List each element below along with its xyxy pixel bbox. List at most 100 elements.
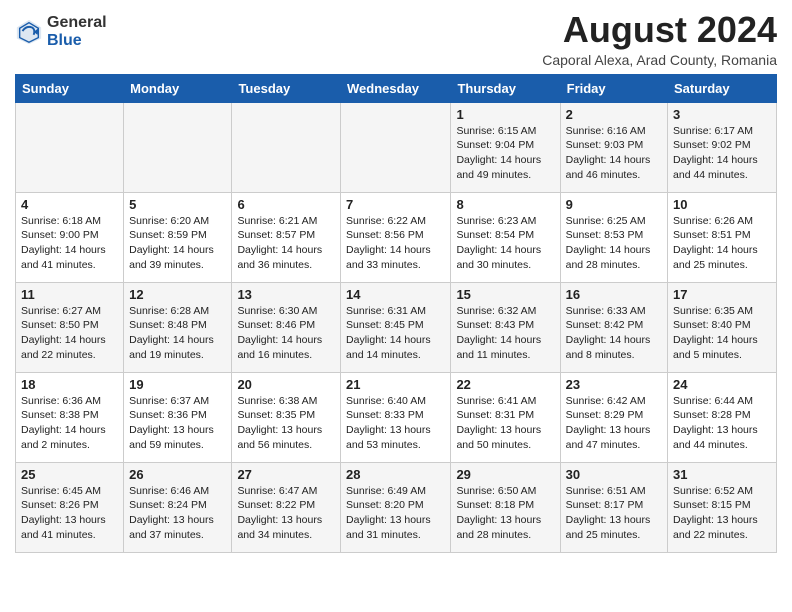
day-number: 25	[21, 467, 118, 482]
day-number: 15	[456, 287, 554, 302]
day-info: Sunrise: 6:30 AM Sunset: 8:46 PM Dayligh…	[237, 304, 335, 363]
day-info: Sunrise: 6:35 AM Sunset: 8:40 PM Dayligh…	[673, 304, 771, 363]
day-number: 7	[346, 197, 445, 212]
day-info: Sunrise: 6:46 AM Sunset: 8:24 PM Dayligh…	[129, 484, 226, 543]
day-number: 5	[129, 197, 226, 212]
calendar-cell: 25 Sunrise: 6:45 AM Sunset: 8:26 PM Dayli…	[16, 462, 124, 552]
day-number: 18	[21, 377, 118, 392]
day-info: Sunrise: 6:22 AM Sunset: 8:56 PM Dayligh…	[346, 214, 445, 273]
day-number: 27	[237, 467, 335, 482]
day-number: 10	[673, 197, 771, 212]
col-monday: Monday	[124, 74, 232, 102]
calendar-cell: 28Sunrise: 6:49 AM Sunset: 8:20 PM Dayli…	[341, 462, 451, 552]
day-number: 23	[566, 377, 662, 392]
calendar-cell: 9 Sunrise: 6:25 AM Sunset: 8:53 PM Daylig…	[560, 192, 667, 282]
day-number: 24	[673, 377, 771, 392]
calendar-week-5: 25 Sunrise: 6:45 AM Sunset: 8:26 PM Dayli…	[16, 462, 777, 552]
day-number: 9	[566, 197, 662, 212]
day-number: 17	[673, 287, 771, 302]
day-number: 12	[129, 287, 226, 302]
day-info: Sunrise: 6:15 AM Sunset: 9:04 PM Dayligh…	[456, 124, 554, 183]
calendar-cell: 30 Sunrise: 6:51 AM Sunset: 8:17 PM Dayli…	[560, 462, 667, 552]
day-info: Sunrise: 6:25 AM Sunset: 8:53 PM Dayligh…	[566, 214, 662, 273]
calendar-cell: 13Sunrise: 6:30 AM Sunset: 8:46 PM Dayli…	[232, 282, 341, 372]
day-number: 22	[456, 377, 554, 392]
day-number: 2	[566, 107, 662, 122]
day-number: 3	[673, 107, 771, 122]
calendar-cell: 18 Sunrise: 6:36 AM Sunset: 8:38 PM Dayli…	[16, 372, 124, 462]
day-info: Sunrise: 6:18 AM Sunset: 9:00 PM Dayligh…	[21, 214, 118, 273]
calendar-table: Sunday Monday Tuesday Wednesday Thursday…	[15, 74, 777, 553]
day-number: 28	[346, 467, 445, 482]
logo: General Blue	[15, 14, 107, 49]
day-number: 14	[346, 287, 445, 302]
calendar-week-3: 11Sunrise: 6:27 AM Sunset: 8:50 PM Dayli…	[16, 282, 777, 372]
col-saturday: Saturday	[668, 74, 777, 102]
calendar-cell: 10 Sunrise: 6:26 AM Sunset: 8:51 PM Dayli…	[668, 192, 777, 282]
calendar-cell: 14Sunrise: 6:31 AM Sunset: 8:45 PM Dayli…	[341, 282, 451, 372]
calendar-cell: 23Sunrise: 6:42 AM Sunset: 8:29 PM Dayli…	[560, 372, 667, 462]
page-header: General Blue August 2024 Caporal Alexa, …	[15, 10, 777, 68]
day-info: Sunrise: 6:52 AM Sunset: 8:15 PM Dayligh…	[673, 484, 771, 543]
calendar-cell: 17 Sunrise: 6:35 AM Sunset: 8:40 PM Dayli…	[668, 282, 777, 372]
day-number: 30	[566, 467, 662, 482]
calendar-cell: 8Sunrise: 6:23 AM Sunset: 8:54 PM Daylig…	[451, 192, 560, 282]
calendar-cell: 19Sunrise: 6:37 AM Sunset: 8:36 PM Dayli…	[124, 372, 232, 462]
col-thursday: Thursday	[451, 74, 560, 102]
calendar-cell: 2 Sunrise: 6:16 AM Sunset: 9:03 PM Daylig…	[560, 102, 667, 192]
day-number: 4	[21, 197, 118, 212]
calendar-cell: 29 Sunrise: 6:50 AM Sunset: 8:18 PM Dayli…	[451, 462, 560, 552]
col-wednesday: Wednesday	[341, 74, 451, 102]
calendar-cell: 6 Sunrise: 6:21 AM Sunset: 8:57 PM Daylig…	[232, 192, 341, 282]
calendar-cell	[124, 102, 232, 192]
logo-text: General Blue	[47, 14, 107, 49]
col-friday: Friday	[560, 74, 667, 102]
day-info: Sunrise: 6:51 AM Sunset: 8:17 PM Dayligh…	[566, 484, 662, 543]
day-info: Sunrise: 6:47 AM Sunset: 8:22 PM Dayligh…	[237, 484, 335, 543]
day-info: Sunrise: 6:16 AM Sunset: 9:03 PM Dayligh…	[566, 124, 662, 183]
day-info: Sunrise: 6:41 AM Sunset: 8:31 PM Dayligh…	[456, 394, 554, 453]
subtitle: Caporal Alexa, Arad County, Romania	[542, 52, 777, 68]
day-info: Sunrise: 6:27 AM Sunset: 8:50 PM Dayligh…	[21, 304, 118, 363]
calendar-cell: 20Sunrise: 6:38 AM Sunset: 8:35 PM Dayli…	[232, 372, 341, 462]
calendar-cell: 1 Sunrise: 6:15 AM Sunset: 9:04 PM Daylig…	[451, 102, 560, 192]
day-info: Sunrise: 6:38 AM Sunset: 8:35 PM Dayligh…	[237, 394, 335, 453]
col-tuesday: Tuesday	[232, 74, 341, 102]
day-info: Sunrise: 6:45 AM Sunset: 8:26 PM Dayligh…	[21, 484, 118, 543]
day-info: Sunrise: 6:32 AM Sunset: 8:43 PM Dayligh…	[456, 304, 554, 363]
day-number: 26	[129, 467, 226, 482]
calendar-cell: 26 Sunrise: 6:46 AM Sunset: 8:24 PM Dayli…	[124, 462, 232, 552]
day-number: 29	[456, 467, 554, 482]
calendar-cell	[16, 102, 124, 192]
day-number: 21	[346, 377, 445, 392]
calendar-cell: 12 Sunrise: 6:28 AM Sunset: 8:48 PM Dayli…	[124, 282, 232, 372]
calendar-cell: 3Sunrise: 6:17 AM Sunset: 9:02 PM Daylig…	[668, 102, 777, 192]
day-info: Sunrise: 6:50 AM Sunset: 8:18 PM Dayligh…	[456, 484, 554, 543]
calendar-cell: 11Sunrise: 6:27 AM Sunset: 8:50 PM Dayli…	[16, 282, 124, 372]
calendar-week-4: 18 Sunrise: 6:36 AM Sunset: 8:38 PM Dayli…	[16, 372, 777, 462]
calendar-week-2: 4 Sunrise: 6:18 AM Sunset: 9:00 PM Daylig…	[16, 192, 777, 282]
main-title: August 2024	[542, 10, 777, 50]
day-number: 1	[456, 107, 554, 122]
day-info: Sunrise: 6:36 AM Sunset: 8:38 PM Dayligh…	[21, 394, 118, 453]
day-number: 6	[237, 197, 335, 212]
day-info: Sunrise: 6:40 AM Sunset: 8:33 PM Dayligh…	[346, 394, 445, 453]
calendar-cell: 5 Sunrise: 6:20 AM Sunset: 8:59 PM Daylig…	[124, 192, 232, 282]
day-info: Sunrise: 6:20 AM Sunset: 8:59 PM Dayligh…	[129, 214, 226, 273]
day-info: Sunrise: 6:26 AM Sunset: 8:51 PM Dayligh…	[673, 214, 771, 273]
calendar-cell: 31 Sunrise: 6:52 AM Sunset: 8:15 PM Dayli…	[668, 462, 777, 552]
day-info: Sunrise: 6:21 AM Sunset: 8:57 PM Dayligh…	[237, 214, 335, 273]
calendar-cell: 7 Sunrise: 6:22 AM Sunset: 8:56 PM Daylig…	[341, 192, 451, 282]
calendar-cell: 4 Sunrise: 6:18 AM Sunset: 9:00 PM Daylig…	[16, 192, 124, 282]
day-number: 16	[566, 287, 662, 302]
calendar-cell: 24 Sunrise: 6:44 AM Sunset: 8:28 PM Dayli…	[668, 372, 777, 462]
day-info: Sunrise: 6:44 AM Sunset: 8:28 PM Dayligh…	[673, 394, 771, 453]
title-block: August 2024 Caporal Alexa, Arad County, …	[542, 10, 777, 68]
day-info: Sunrise: 6:33 AM Sunset: 8:42 PM Dayligh…	[566, 304, 662, 363]
day-number: 31	[673, 467, 771, 482]
day-info: Sunrise: 6:28 AM Sunset: 8:48 PM Dayligh…	[129, 304, 226, 363]
calendar-cell	[341, 102, 451, 192]
calendar-cell: 27 Sunrise: 6:47 AM Sunset: 8:22 PM Dayli…	[232, 462, 341, 552]
calendar-cell	[232, 102, 341, 192]
col-sunday: Sunday	[16, 74, 124, 102]
